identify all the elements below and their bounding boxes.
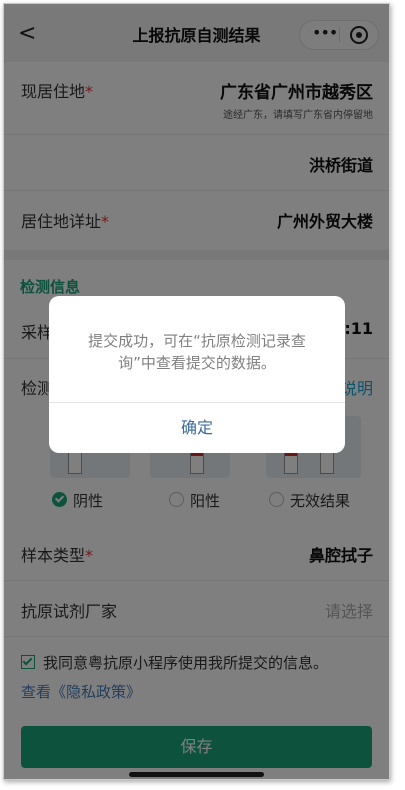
success-dialog: 提交成功，可在“抗原检测记录查询”中查看提交的数据。 确定 [49,296,345,453]
phone-screen: < 上报抗原自测结果 ••• 现居住地* 广东省广州市越秀区 途经广东，请填写广… [3,3,390,780]
confirm-button[interactable]: 确定 [49,403,345,453]
dialog-message: 提交成功，可在“抗原检测记录查询”中查看提交的数据。 [88,332,306,372]
